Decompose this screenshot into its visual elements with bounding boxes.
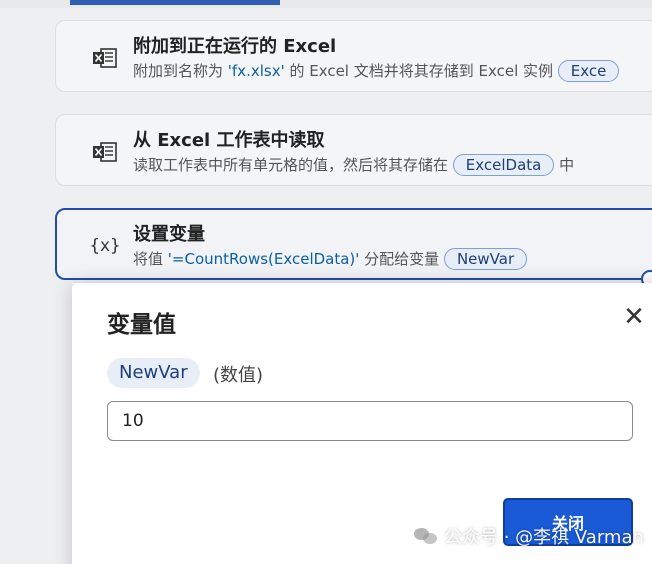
action-title: 设置变量: [133, 224, 205, 245]
action-card-set-variable[interactable]: {x} 设置变量 将值 '=CountRows(ExcelData)' 分配给变…: [55, 208, 652, 280]
excel-read-icon: [92, 141, 118, 163]
desc-text: 读取工作表中所有单元格的值，然后将其存储在: [133, 156, 453, 174]
excel-attach-icon: [92, 47, 118, 69]
wechat-icon: [414, 526, 438, 546]
action-description: 将值 '=CountRows(ExcelData)' 分配给变量 NewVar: [133, 248, 528, 270]
desc-text: 中: [554, 156, 575, 174]
variable-name-badge: NewVar: [107, 358, 200, 388]
action-description: 读取工作表中所有单元格的值，然后将其存储在 ExcelData 中: [133, 154, 574, 176]
action-description: 附加到名称为 'fx.xlsx' 的 Excel 文档并将其存储到 Excel …: [133, 60, 620, 82]
close-icon[interactable]: ✕: [620, 302, 648, 332]
desc-text: 的 Excel 文档并将其存储到 Excel 实例: [284, 62, 558, 80]
variable-type-label: (数值): [213, 365, 264, 386]
active-tab-indicator: [70, 0, 280, 5]
variable-value-field[interactable]: 10: [107, 401, 633, 441]
variable-value-dialog: 变量值 ✕ NewVar (数值) 10 关闭: [72, 283, 652, 564]
desc-literal: 'fx.xlsx': [227, 62, 285, 80]
variable-chip[interactable]: NewVar: [443, 248, 528, 270]
desc-literal: '=CountRows(ExcelData)': [167, 250, 360, 268]
action-title: 附加到正在运行的 Excel: [133, 36, 337, 57]
watermark-text: 公众号 · @李祺 Varman: [444, 527, 644, 548]
desc-text: 分配给变量: [359, 250, 444, 268]
desc-text: 将值: [133, 250, 168, 268]
variable-chip[interactable]: ExcelData: [452, 154, 555, 176]
desc-text: 附加到名称为: [133, 62, 228, 80]
action-card-attach-excel[interactable]: 附加到正在运行的 Excel 附加到名称为 'fx.xlsx' 的 Excel …: [55, 20, 652, 92]
variable-icon: {x}: [89, 236, 121, 256]
variable-chip[interactable]: Exce: [557, 60, 620, 82]
action-title: 从 Excel 工作表中读取: [133, 130, 325, 151]
dialog-title: 变量值: [107, 312, 176, 338]
watermark: 公众号 · @李祺 Varman: [414, 523, 644, 549]
action-card-read-excel[interactable]: 从 Excel 工作表中读取 读取工作表中所有单元格的值，然后将其存储在 Exc…: [55, 114, 652, 186]
